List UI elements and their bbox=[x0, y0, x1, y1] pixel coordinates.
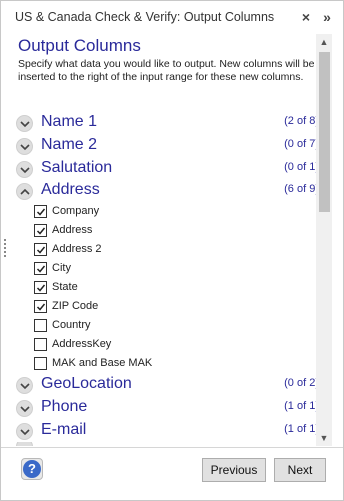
option-company[interactable]: Company bbox=[34, 203, 294, 221]
checkbox[interactable] bbox=[34, 319, 47, 332]
option-zip-code[interactable]: ZIP Code bbox=[34, 298, 294, 316]
section-name-2[interactable]: Name 2 (0 of 7) bbox=[16, 135, 331, 157]
section-phone[interactable]: Phone (1 of 1) bbox=[16, 397, 331, 419]
section-label[interactable]: GeoLocation bbox=[41, 375, 132, 393]
section-count: (0 of 1) bbox=[284, 161, 319, 173]
pane-menu-icon[interactable]: » bbox=[319, 8, 335, 26]
section-salutation[interactable]: Salutation (0 of 1) bbox=[16, 158, 331, 180]
checkbox[interactable] bbox=[34, 262, 47, 275]
checkbox[interactable] bbox=[34, 281, 47, 294]
section-label[interactable]: Address bbox=[41, 181, 100, 199]
section-count: (2 of 8) bbox=[284, 115, 319, 127]
option-address-2[interactable]: Address 2 bbox=[34, 241, 294, 259]
checkbox[interactable] bbox=[34, 243, 47, 256]
checkbox[interactable] bbox=[34, 224, 47, 237]
output-columns-pane: US & Canada Check & Verify: Output Colum… bbox=[0, 0, 344, 501]
option-label: AddressKey bbox=[52, 338, 112, 350]
section-count: (1 of 1) bbox=[284, 423, 319, 435]
option-label: Address bbox=[52, 224, 93, 236]
clipped-next-section bbox=[16, 442, 331, 446]
checkbox[interactable] bbox=[34, 300, 47, 313]
option-label: ZIP Code bbox=[52, 300, 99, 312]
resize-grip-icon[interactable] bbox=[3, 239, 7, 259]
option-label: Address 2 bbox=[52, 243, 102, 255]
option-mak-and-base-mak[interactable]: MAK and Base MAK bbox=[34, 355, 294, 373]
title-bar: US & Canada Check & Verify: Output Colum… bbox=[1, 1, 343, 33]
option-country[interactable]: Country bbox=[34, 317, 294, 335]
option-label: State bbox=[52, 281, 78, 293]
chevron-up-icon[interactable] bbox=[16, 183, 33, 200]
chevron-down-icon[interactable] bbox=[16, 138, 33, 155]
description-text: Specify what data you would like to outp… bbox=[18, 58, 315, 83]
section-count: (6 of 9) bbox=[284, 183, 319, 195]
section-count: (0 of 2) bbox=[284, 377, 319, 389]
checkbox[interactable] bbox=[34, 357, 47, 370]
footer-bar: ? Previous Next bbox=[1, 447, 343, 500]
section-e-mail[interactable]: E-mail (1 of 1) bbox=[16, 420, 331, 442]
option-label: City bbox=[52, 262, 71, 274]
chevron-down-icon[interactable] bbox=[16, 161, 33, 178]
scroll-down-arrow-icon[interactable]: ▼ bbox=[316, 430, 332, 446]
section-count: (1 of 1) bbox=[284, 400, 319, 412]
option-label: MAK and Base MAK bbox=[52, 357, 153, 369]
previous-button[interactable]: Previous bbox=[202, 458, 266, 482]
option-city[interactable]: City bbox=[34, 260, 294, 278]
section-name-1[interactable]: Name 1 (2 of 8) bbox=[16, 112, 331, 134]
section-label[interactable]: Salutation bbox=[41, 159, 112, 177]
section-count: (0 of 7) bbox=[284, 138, 319, 150]
section-label[interactable]: Name 2 bbox=[41, 136, 97, 154]
option-label: Country bbox=[52, 319, 91, 331]
page-title: Output Columns bbox=[18, 36, 141, 55]
section-label[interactable]: E-mail bbox=[41, 421, 86, 439]
option-state[interactable]: State bbox=[34, 279, 294, 297]
help-icon: ? bbox=[23, 460, 41, 478]
section-geolocation[interactable]: GeoLocation (0 of 2) bbox=[16, 374, 331, 396]
chevron-down-icon[interactable] bbox=[16, 377, 33, 394]
chevron-down-icon[interactable] bbox=[16, 115, 33, 132]
close-icon[interactable]: × bbox=[298, 8, 314, 26]
vertical-scrollbar[interactable]: ▲ ▼ bbox=[316, 34, 332, 446]
chevron-down-icon[interactable] bbox=[16, 423, 33, 440]
section-label[interactable]: Name 1 bbox=[41, 113, 97, 131]
chevron-down-icon bbox=[16, 442, 33, 446]
section-address[interactable]: Address (6 of 9) bbox=[16, 180, 331, 202]
checkbox[interactable] bbox=[34, 205, 47, 218]
option-address-key[interactable]: AddressKey bbox=[34, 336, 294, 354]
chevron-down-icon[interactable] bbox=[16, 400, 33, 417]
next-button[interactable]: Next bbox=[274, 458, 326, 482]
help-button[interactable]: ? bbox=[21, 458, 43, 480]
option-address[interactable]: Address bbox=[34, 222, 294, 240]
option-label: Company bbox=[52, 205, 100, 217]
scroll-up-arrow-icon[interactable]: ▲ bbox=[316, 34, 332, 50]
section-label[interactable]: Phone bbox=[41, 398, 87, 416]
output-columns-content: Output Columns Specify what data you wou… bbox=[11, 34, 331, 446]
checkbox[interactable] bbox=[34, 338, 47, 351]
pane-title: US & Canada Check & Verify: Output Colum… bbox=[15, 10, 275, 24]
scrollbar-thumb[interactable] bbox=[319, 52, 330, 212]
